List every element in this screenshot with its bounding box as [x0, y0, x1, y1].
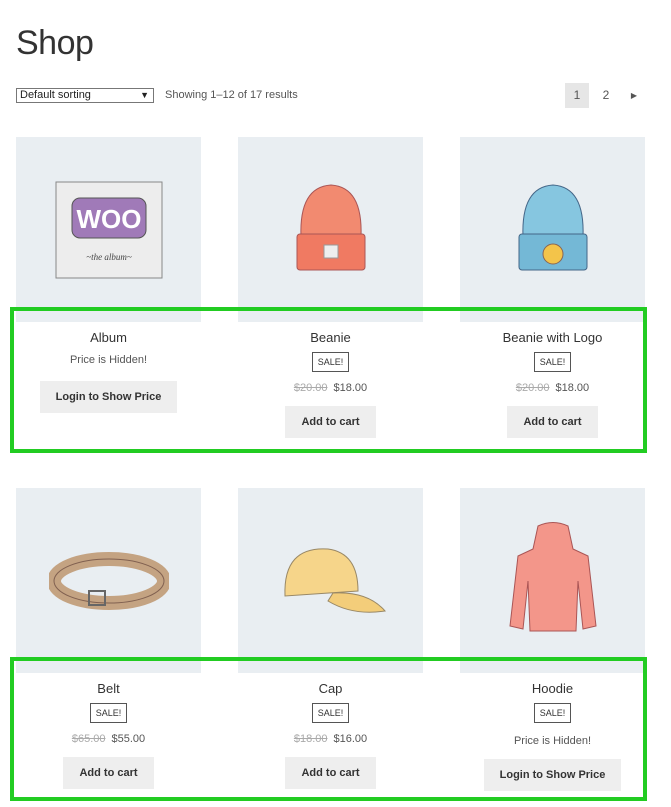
product-image[interactable] — [16, 488, 201, 673]
result-count: Showing 1–12 of 17 results — [165, 89, 298, 101]
svg-text:WOO: WOO — [76, 204, 141, 234]
dropdown-arrow-icon: ▼ — [140, 90, 149, 100]
sorting-value: Default sorting — [20, 89, 91, 101]
page-2-link[interactable]: 2 — [594, 83, 618, 108]
page-1-link[interactable]: 1 — [565, 83, 589, 108]
product-image[interactable] — [460, 137, 645, 322]
product-image[interactable] — [238, 488, 423, 673]
product-image[interactable] — [238, 137, 423, 322]
next-page-icon[interactable]: ▶ — [622, 83, 646, 108]
product-image[interactable] — [460, 488, 645, 673]
product-image[interactable]: WOO ~the album~ — [16, 137, 201, 322]
highlight-box — [10, 307, 647, 453]
sorting-select[interactable]: Default sorting ▼ — [16, 88, 154, 103]
highlight-box — [10, 657, 647, 801]
svg-text:~the album~: ~the album~ — [86, 252, 132, 262]
page-title: Shop — [16, 24, 94, 62]
